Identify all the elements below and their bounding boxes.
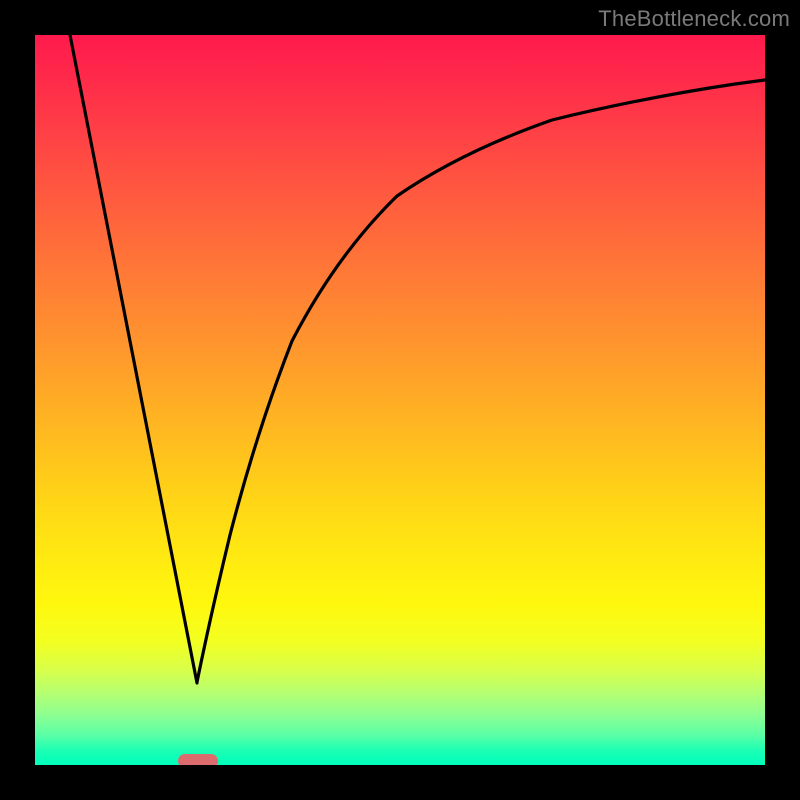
chart-frame: TheBottleneck.com: [0, 0, 800, 800]
plot-area: [35, 35, 765, 765]
curve-layer: [35, 35, 765, 765]
right-branch: [197, 80, 765, 682]
watermark-text: TheBottleneck.com: [598, 6, 790, 32]
optimum-marker: [178, 754, 218, 765]
left-branch: [70, 35, 197, 683]
